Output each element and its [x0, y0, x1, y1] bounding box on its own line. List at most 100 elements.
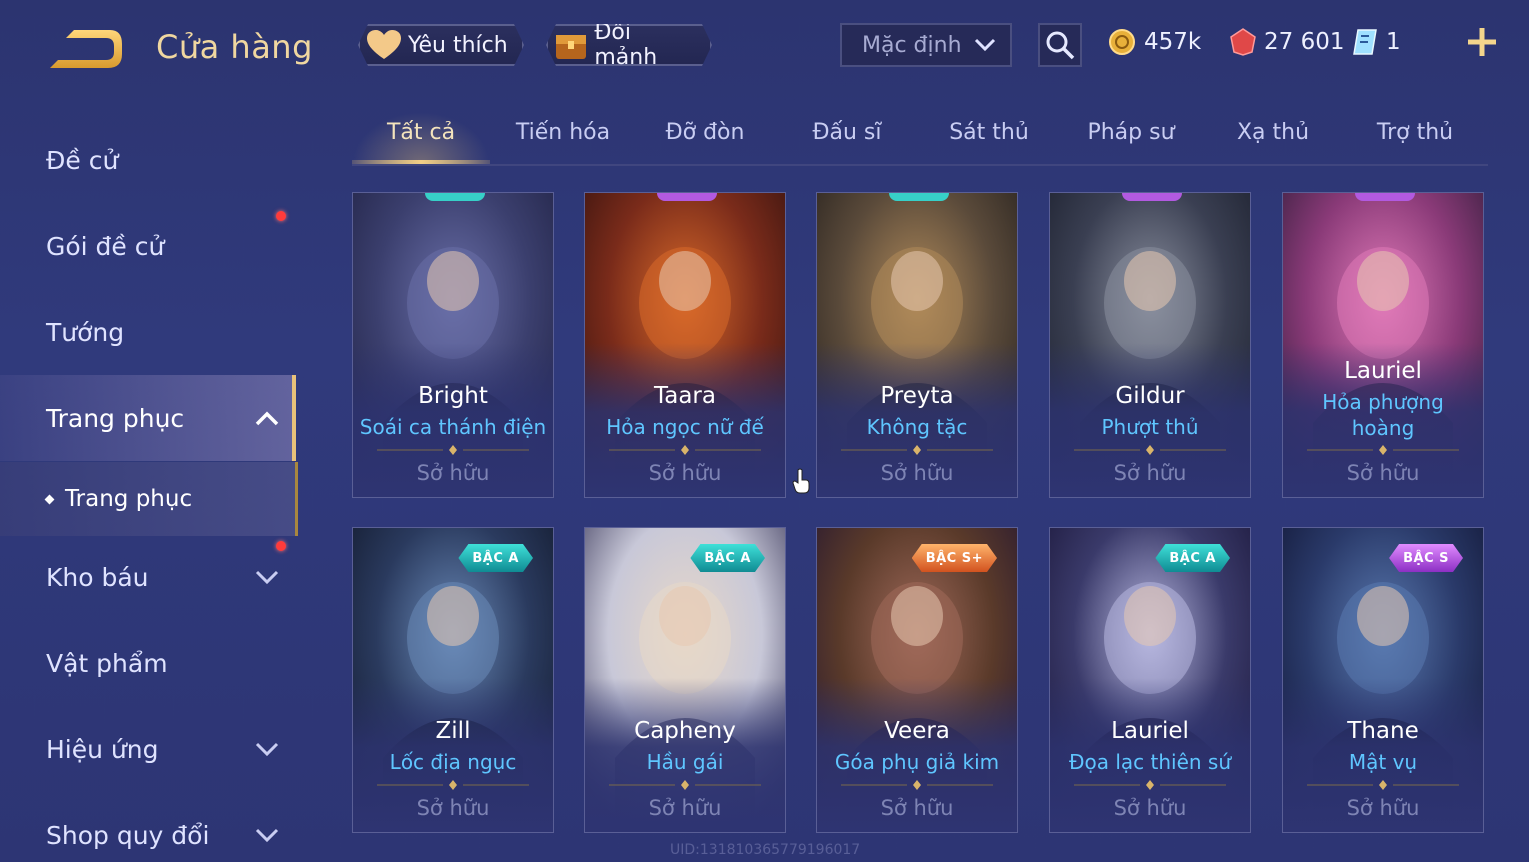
sidebar-item-label: Đề cử [46, 145, 119, 175]
tab-fighter[interactable]: Đấu sĩ [778, 120, 916, 160]
divider-ornament [1307, 780, 1459, 790]
sidebar-item-label: Gói đề cử [46, 231, 165, 261]
owned-label: Sở hữu [1346, 461, 1420, 485]
ticket-icon [1353, 29, 1377, 55]
bullet-icon [44, 494, 55, 504]
sidebar-item-label: Kho báu [46, 562, 149, 592]
skin-card[interactable]: BẬC A Zill Lốc địa ngục Sở hữu [352, 527, 554, 833]
chevron-up-icon [255, 411, 279, 426]
skin-card[interactable]: BẬC S Thane Mật vụ Sở hữu [1282, 527, 1484, 833]
divider-ornament [1307, 445, 1459, 455]
fragment-chest-icon [554, 28, 588, 62]
gold-balance: 457k [1108, 26, 1201, 58]
sidebar-item-label: Tướng [46, 317, 125, 347]
voucher-balance: 27 601 [1230, 26, 1344, 58]
sidebar-item-effects[interactable]: Hiệu ứng [0, 706, 296, 792]
divider-ornament [841, 445, 993, 455]
chevron-down-icon [255, 570, 279, 585]
tier-badge [425, 193, 485, 201]
sidebar-item-label: Shop quy đổi [46, 820, 210, 850]
skin-card[interactable]: Lauriel Hỏa phượng hoàng Sở hữu [1282, 192, 1484, 498]
hero-name: Thane [1347, 718, 1419, 744]
skin-grid: Bright Soái ca thánh điện Sở hữu Taara H… [352, 192, 1492, 862]
hero-name: Lauriel [1111, 718, 1189, 744]
owned-label: Sở hữu [880, 461, 954, 485]
sidebar-item-items[interactable]: Vật phẩm [0, 620, 296, 706]
divider-ornament [377, 445, 529, 455]
tab-all[interactable]: Tất cả [352, 120, 490, 160]
sort-dropdown[interactable]: Mặc định [840, 23, 1012, 67]
notification-dot [276, 211, 286, 221]
heart-icon [366, 28, 402, 62]
search-button[interactable] [1038, 23, 1082, 67]
hero-name: Gildur [1115, 383, 1185, 409]
tab-support[interactable]: Trợ thủ [1346, 120, 1484, 160]
divider-ornament [1074, 445, 1226, 455]
tier-badge [1355, 193, 1415, 201]
page-title: Cửa hàng [156, 28, 313, 66]
search-icon [1046, 31, 1075, 60]
skin-card[interactable]: Bright Soái ca thánh điện Sở hữu [352, 192, 554, 498]
favorites-label: Yêu thích [408, 32, 508, 58]
role-filter-tabs: Tất cả Tiến hóa Đỡ đòn Đấu sĩ Sát thủ Ph… [352, 112, 1488, 166]
tier-badge [1122, 193, 1182, 201]
tier-badge [657, 193, 717, 201]
skin-card[interactable]: Gildur Phượt thủ Sở hữu [1049, 192, 1251, 498]
sidebar-item-label: Hiệu ứng [46, 734, 159, 764]
sidebar-item-recommended-packs[interactable]: Gói đề cử [0, 203, 296, 289]
owned-label: Sở hữu [880, 796, 954, 820]
mouse-cursor-icon [792, 468, 810, 494]
ticket-balance: 1 [1352, 26, 1401, 58]
skin-name: Lốc địa ngục [389, 750, 517, 774]
tab-tank[interactable]: Đỡ đòn [636, 120, 774, 160]
skin-card[interactable]: BẬC A Capheny Hầu gái Sở hữu [584, 527, 786, 833]
hero-name: Bright [418, 383, 488, 409]
fragments-label: Đổi mảnh [594, 20, 658, 70]
skin-name: Hỏa ngọc nữ đế [606, 415, 764, 439]
skin-name: Góa phụ giả kim [834, 750, 1000, 774]
divider-ornament [377, 780, 529, 790]
skin-name: Đọa lạc thiên sứ [1068, 750, 1232, 774]
owned-label: Sở hữu [1113, 796, 1187, 820]
sidebar-subitem-skins[interactable]: Trang phục [0, 462, 298, 536]
skin-card[interactable]: Preyta Không tặc Sở hữu [816, 192, 1018, 498]
sidebar-item-exchange-shop[interactable]: Shop quy đổi [0, 792, 296, 862]
owned-label: Sở hữu [648, 796, 722, 820]
tier-badge: BẬC A [690, 544, 765, 572]
tab-evolution[interactable]: Tiến hóa [494, 120, 632, 160]
plus-icon[interactable] [1464, 24, 1500, 60]
uid-watermark: UID:131810365779196017 [670, 842, 861, 858]
hero-name: Taara [654, 383, 716, 409]
tab-marksman[interactable]: Xạ thủ [1204, 120, 1342, 160]
tier-badge: BẬC A [458, 544, 533, 572]
voucher-amount: 27 601 [1264, 29, 1345, 55]
sidebar-item-treasure[interactable]: Kho báu [0, 534, 296, 620]
sidebar-item-skins[interactable]: Trang phục [0, 375, 296, 461]
divider-ornament [1074, 780, 1226, 790]
skin-card[interactable]: BẬC A Lauriel Đọa lạc thiên sứ Sở hữu [1049, 527, 1251, 833]
top-bar: Cửa hàng Yêu thích Đổi mảnh Mặc định 457… [0, 0, 1529, 90]
owned-label: Sở hữu [416, 796, 490, 820]
skin-card[interactable]: Taara Hỏa ngọc nữ đế Sở hữu [584, 192, 786, 498]
back-arrow-icon[interactable] [44, 26, 126, 72]
tab-active-underline [352, 160, 490, 164]
skin-card[interactable]: BẬC S+ Veera Góa phụ giả kim Sở hữu [816, 527, 1018, 833]
owned-label: Sở hữu [648, 461, 722, 485]
sidebar-item-label: Trang phục [46, 403, 185, 433]
hero-name: Zill [435, 718, 471, 744]
divider-ornament [609, 445, 761, 455]
skin-name: Hỏa phượng hoàng [1322, 390, 1444, 440]
skin-name: Không tặc [866, 415, 968, 439]
sidebar-item-recommended[interactable]: Đề cử [0, 117, 296, 203]
divider-ornament [609, 780, 761, 790]
favorites-button[interactable]: Yêu thích [358, 24, 524, 66]
tab-assassin[interactable]: Sát thủ [920, 120, 1058, 160]
skin-name: Soái ca thánh điện [359, 415, 547, 439]
skin-name: Mật vụ [1348, 750, 1418, 774]
sidebar-item-heroes[interactable]: Tướng [0, 289, 296, 375]
red-gem-icon [1230, 28, 1256, 56]
hero-name: Lauriel [1344, 358, 1422, 384]
owned-label: Sở hữu [1113, 461, 1187, 485]
tab-mage[interactable]: Pháp sư [1062, 120, 1200, 160]
exchange-fragments-button[interactable]: Đổi mảnh [546, 24, 712, 66]
